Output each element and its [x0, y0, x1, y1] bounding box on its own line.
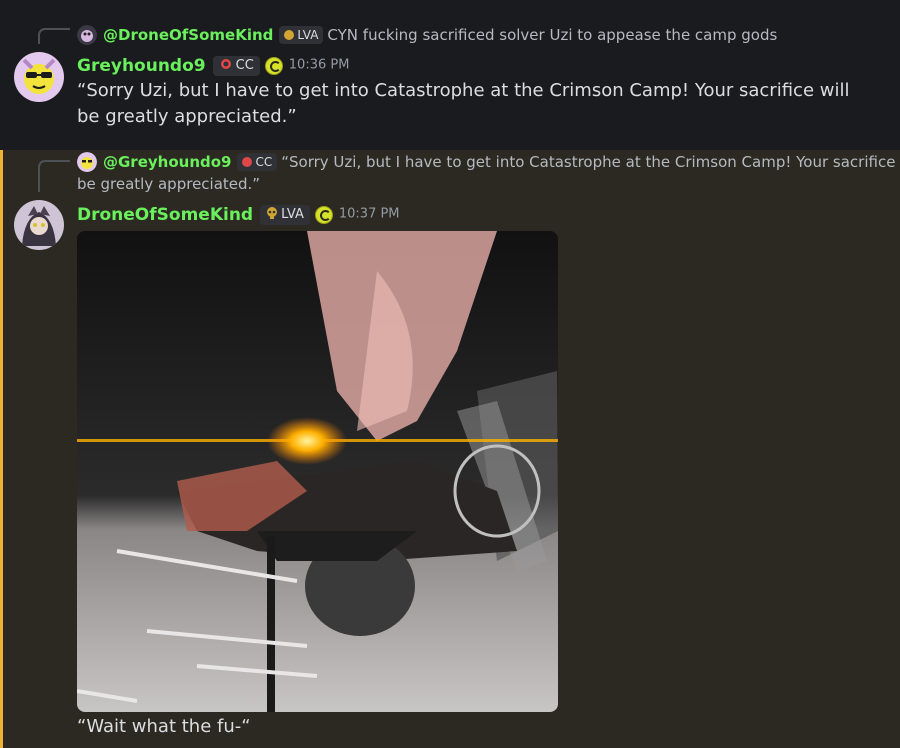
message-header: DroneOfSomeKind LVA 10:37 PM: [77, 202, 400, 227]
lva-tag: LVA: [279, 26, 324, 44]
reply-author[interactable]: @Greyhoundo9: [103, 153, 231, 171]
message-greyhoundo9[interactable]: @DroneOfSomeKind LVA CYN fucking sacrifice…: [0, 0, 900, 150]
mini-avatar-icon: [77, 25, 97, 45]
message-header: Greyhoundo9 CC 10:36 PM: [77, 53, 349, 78]
message-caption: “Wait what the fu-“: [77, 716, 251, 737]
timestamp: 10:36 PM: [288, 57, 350, 73]
status-icon: [264, 56, 283, 75]
cc-badge-icon: [242, 157, 253, 167]
reply-preview[interactable]: @DroneOfSomeKind LVA CYN fucking sacrifice…: [77, 24, 880, 46]
tag-label: LVA: [297, 28, 319, 42]
message-droneofsomekind[interactable]: @Greyhoundo9 CC “Sorry Uzi, but I have to …: [0, 150, 900, 748]
video-thumbnail: [77, 231, 558, 712]
mention-highlight-bar: [0, 150, 3, 748]
reply-text: “Sorry Uzi, but I have to get into Catas…: [281, 153, 900, 171]
tag-label: CC: [235, 57, 254, 73]
message-text: “Sorry Uzi, but I have to get into Catas…: [77, 80, 850, 127]
reply-text: CYN fucking sacrificed solver Uzi to app…: [327, 26, 778, 44]
tag-label: CC: [255, 155, 273, 169]
timestamp: 10:37 PM: [338, 206, 400, 222]
reply-text-continued: be greatly appreciated.”: [77, 175, 261, 193]
lva-skull-icon: [267, 206, 278, 219]
avatar-droneofsomekind[interactable]: [14, 200, 64, 250]
reply-spine: [38, 160, 70, 192]
reply-author[interactable]: @DroneOfSomeKind: [103, 26, 273, 44]
reply-preview[interactable]: @Greyhoundo9 CC “Sorry Uzi, but I have to …: [77, 151, 900, 195]
username[interactable]: DroneOfSomeKind: [77, 205, 253, 225]
mini-avatar-icon: [77, 152, 97, 172]
cc-tag: CC: [237, 153, 278, 171]
avatar-greyhoundo9[interactable]: [14, 52, 64, 102]
tag-label: LVA: [281, 206, 304, 222]
username[interactable]: Greyhoundo9: [77, 56, 206, 76]
cc-badge-icon: [220, 58, 231, 69]
lva-skull-icon: [284, 30, 295, 40]
video-attachment[interactable]: [77, 231, 558, 712]
cc-tag: CC: [212, 55, 260, 76]
status-icon: [314, 205, 333, 224]
reply-spine: [38, 28, 70, 44]
lva-tag: LVA: [260, 204, 310, 225]
